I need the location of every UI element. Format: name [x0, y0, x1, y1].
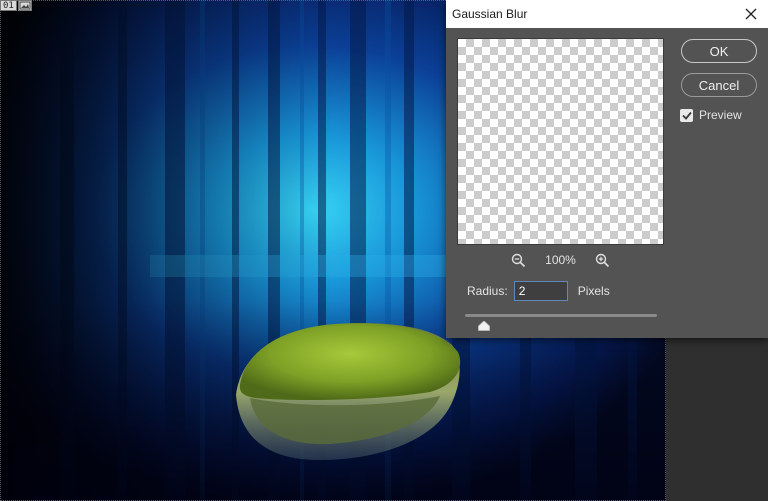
- layer-marker: 01: [0, 0, 32, 11]
- radius-input[interactable]: [513, 281, 568, 301]
- preview-label: Preview: [699, 108, 742, 122]
- preview-checkbox[interactable]: [680, 108, 693, 122]
- blur-preview-pane[interactable]: [457, 38, 664, 245]
- radius-unit: Pixels: [577, 284, 610, 298]
- zoom-in-icon: [596, 253, 610, 267]
- zoom-controls: 100%: [457, 250, 664, 270]
- slider-track[interactable]: [465, 314, 657, 317]
- layer-number: 01: [0, 0, 17, 11]
- dialog-title: Gaussian Blur: [452, 7, 528, 21]
- radius-row: Radius: Pixels: [467, 280, 610, 302]
- gaussian-blur-dialog: Gaussian Blur 100% Radius: Pix: [446, 0, 768, 338]
- zoom-out-icon: [511, 253, 525, 267]
- preview-checkbox-row[interactable]: Preview: [680, 107, 742, 123]
- zoom-out-button[interactable]: [509, 251, 527, 269]
- ok-button[interactable]: OK: [681, 39, 757, 63]
- image-icon: [17, 0, 32, 11]
- checkmark-icon: [681, 111, 692, 120]
- workspace-background: [666, 338, 768, 501]
- slider-thumb[interactable]: [478, 316, 491, 331]
- zoom-in-button[interactable]: [594, 251, 612, 269]
- close-icon: [745, 8, 757, 20]
- dialog-titlebar[interactable]: Gaussian Blur: [446, 0, 768, 28]
- close-button[interactable]: [734, 0, 768, 28]
- zoom-level: 100%: [545, 253, 576, 267]
- cancel-button[interactable]: Cancel: [681, 73, 757, 97]
- radius-slider[interactable]: [465, 310, 657, 331]
- radius-label: Radius:: [467, 284, 508, 298]
- slider-thumb-icon: [478, 320, 491, 331]
